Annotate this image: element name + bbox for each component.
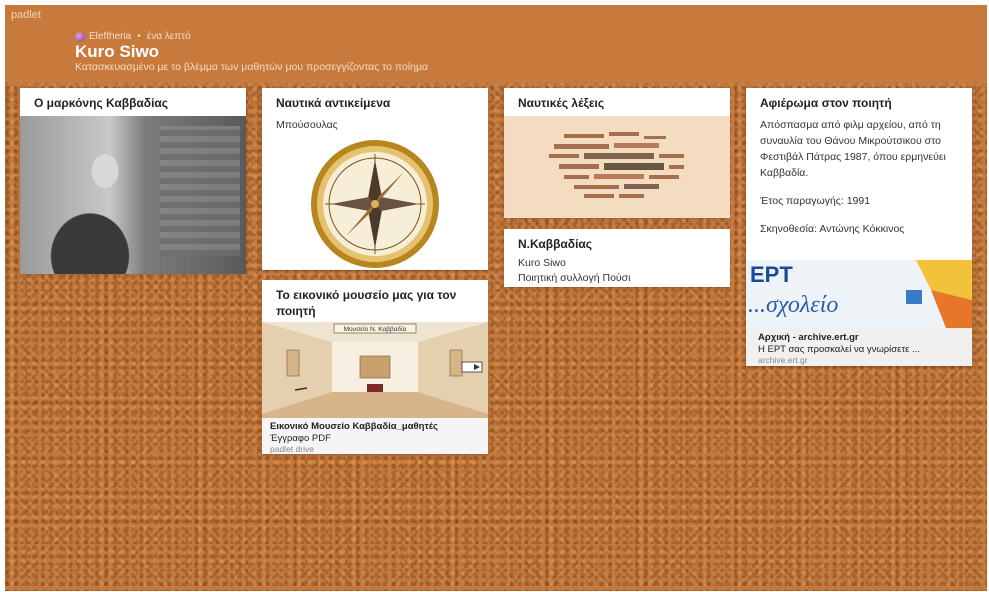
- school-text: ...σχολείο: [748, 292, 838, 318]
- link-attachment[interactable]: Αρχική - archive.ert.gr Η ΕΡΤ σας προσκα…: [746, 328, 972, 366]
- author-name[interactable]: Eleftheria: [89, 31, 131, 42]
- board-description: Κατασκευασμένο με το βλέμμα των μαθητών …: [75, 61, 429, 73]
- timestamp: ένα λεπτό: [146, 31, 191, 42]
- post-line: Ποιητική συλλογή Πούσι: [518, 272, 631, 284]
- post-lexeis[interactable]: Ναυτικές λέξεις: [504, 88, 730, 218]
- ert-school-banner: ΕΡΤ ...σχολείο: [746, 260, 972, 328]
- museum-preview-image[interactable]: Μουσείο Ν. Καββαδία: [262, 322, 488, 418]
- post-museum[interactable]: Το εικονικό μουσείο μας για τον ποιητή Μ…: [262, 280, 488, 454]
- ert-logo-text: ΕΡΤ: [750, 262, 793, 287]
- link-title: Αρχική - archive.ert.gr: [758, 332, 859, 343]
- link-description: Η ΕΡΤ σας προσκαλεί να γνωρίσετε ...: [758, 344, 920, 355]
- post-title: Ναυτικά αντικείμενα: [276, 96, 391, 110]
- file-attachment[interactable]: Εικονικό Μουσείο Καββαδία_μαθητές Έγγραφ…: [262, 418, 488, 454]
- padlet-logo[interactable]: padlet: [11, 9, 41, 21]
- kavvadias-photo[interactable]: [20, 116, 246, 274]
- avatar[interactable]: [75, 31, 85, 42]
- post-line: Kuro Siwo: [518, 257, 566, 269]
- post-title: Το εικονικό μουσείο μας για τον ποιητή: [276, 288, 457, 318]
- post-text: Μπούσουλας: [276, 119, 338, 131]
- wordcloud-image[interactable]: [504, 116, 730, 218]
- padlet-board: padlet Eleftheria • ένα λεπτό Kuro Siwo …: [5, 5, 987, 591]
- file-source: padlet drive: [270, 444, 314, 454]
- link-preview-image[interactable]: ΕΡΤ ...σχολείο: [746, 260, 972, 328]
- link-domain: archive.ert.gr: [758, 355, 808, 365]
- board-title: Kuro Siwo: [75, 42, 160, 61]
- museum-hallway-image: Μουσείο Ν. Καββαδία: [262, 322, 488, 418]
- separator-dot: •: [137, 31, 141, 42]
- word-cloud-graphic: [549, 132, 684, 198]
- post-nkavvadias[interactable]: Ν.Καββαδίας Kuro Siwo Ποιητική συλλογή Π…: [504, 229, 730, 287]
- compass-image[interactable]: [262, 138, 488, 270]
- post-nautika[interactable]: Ναυτικά αντικείμενα Μπούσουλας: [262, 88, 488, 270]
- file-title: Εικονικό Μουσείο Καββαδία_μαθητές: [270, 421, 438, 432]
- post-title: Ν.Καββαδίας: [518, 237, 593, 251]
- post-title: Ο μαρκόνης Καββαδίας: [34, 96, 169, 110]
- museum-sign: Μουσείο Ν. Καββαδία: [344, 325, 407, 333]
- post-title: Ναυτικές λέξεις: [518, 96, 605, 110]
- post-director: Σκηνοθεσία: Αντώνης Κόκκινος: [760, 223, 905, 235]
- board-header: padlet Eleftheria • ένα λεπτό Kuro Siwo …: [5, 5, 987, 83]
- post-description: Απόσπασμα από φιλμ αρχείου, από τη συναυ…: [760, 119, 946, 179]
- post-title: Αφιέρωμα στον ποιητή: [760, 96, 892, 110]
- radio-equipment-image: [160, 126, 240, 256]
- post-year: Έτος παραγωγής: 1991: [760, 195, 871, 207]
- author-info: Eleftheria • ένα λεπτό: [75, 31, 191, 42]
- post-kavvadias[interactable]: Ο μαρκόνης Καββαδίας: [20, 88, 246, 274]
- post-afieroma[interactable]: Αφιέρωμα στον ποιητή Απόσπασμα από φιλμ …: [746, 88, 972, 366]
- compass-icon: [311, 140, 439, 268]
- file-type: Έγγραφο PDF: [270, 433, 331, 444]
